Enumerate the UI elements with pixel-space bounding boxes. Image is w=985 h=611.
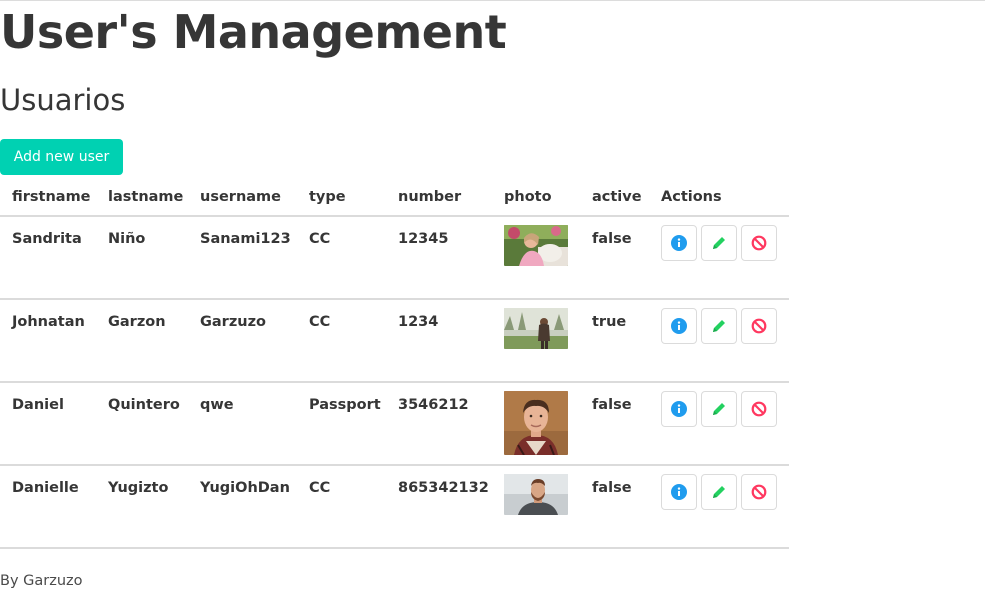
info-button[interactable] <box>661 308 697 344</box>
cell-username: Sanami123 <box>188 216 297 300</box>
info-icon <box>671 484 687 500</box>
page-title: User's Management <box>0 5 507 59</box>
cell-number: 865342132 <box>386 465 492 549</box>
cell-photo <box>492 216 580 300</box>
row-actions <box>661 474 789 510</box>
cell-actions <box>649 299 789 383</box>
pencil-icon <box>713 403 725 415</box>
ban-icon <box>751 484 767 500</box>
section-subtitle: Usuarios <box>0 83 126 117</box>
edit-button[interactable] <box>701 225 737 261</box>
cell-number: 12345 <box>386 216 492 300</box>
cell-firstname: Johnatan <box>0 299 96 383</box>
pencil-icon <box>713 320 725 332</box>
top-border <box>0 0 985 1</box>
users-table: firstname lastname username type number … <box>0 179 789 549</box>
user-photo <box>504 391 568 455</box>
cell-actions <box>649 465 789 549</box>
cell-active: false <box>580 382 649 466</box>
edit-button[interactable] <box>701 474 737 510</box>
info-button[interactable] <box>661 225 697 261</box>
info-icon <box>671 235 687 251</box>
column-header-actions: Actions <box>649 179 789 217</box>
delete-button[interactable] <box>741 225 777 261</box>
column-header-number: number <box>386 179 492 217</box>
cell-lastname: Quintero <box>96 382 188 466</box>
column-header-photo: photo <box>492 179 580 217</box>
footer-credit: By Garzuzo <box>0 573 83 589</box>
column-header-type: type <box>297 179 386 217</box>
edit-button[interactable] <box>701 308 737 344</box>
users-table-container: firstname lastname username type number … <box>0 179 789 549</box>
cell-firstname: Danielle <box>0 465 96 549</box>
column-header-active: active <box>580 179 649 217</box>
table-row: Johnatan Garzon Garzuzo CC 1234 true <box>0 299 789 383</box>
cell-username: qwe <box>188 382 297 466</box>
cell-firstname: Daniel <box>0 382 96 466</box>
info-icon <box>671 318 687 334</box>
cell-actions <box>649 216 789 300</box>
user-photo <box>504 474 568 515</box>
ban-icon <box>751 401 767 417</box>
delete-button[interactable] <box>741 391 777 427</box>
cell-firstname: Sandrita <box>0 216 96 300</box>
cell-photo <box>492 465 580 549</box>
ban-icon <box>751 318 767 334</box>
cell-active: false <box>580 465 649 549</box>
table-row: Danielle Yugizto YugiOhDan CC 865342132 <box>0 465 789 549</box>
cell-number: 1234 <box>386 299 492 383</box>
row-actions <box>661 391 789 427</box>
info-button[interactable] <box>661 391 697 427</box>
cell-type: CC <box>297 299 386 383</box>
edit-button[interactable] <box>701 391 737 427</box>
cell-lastname: Niño <box>96 216 188 300</box>
cell-lastname: Yugizto <box>96 465 188 549</box>
ban-icon <box>751 235 767 251</box>
user-photo <box>504 225 568 266</box>
cell-active: false <box>580 216 649 300</box>
cell-number: 3546212 <box>386 382 492 466</box>
info-icon <box>671 401 687 417</box>
cell-lastname: Garzon <box>96 299 188 383</box>
info-button[interactable] <box>661 474 697 510</box>
column-header-lastname: lastname <box>96 179 188 217</box>
table-row: Sandrita Niño Sanami123 CC 12345 false <box>0 216 789 300</box>
cell-actions <box>649 382 789 466</box>
pencil-icon <box>713 486 725 498</box>
delete-button[interactable] <box>741 474 777 510</box>
cell-username: Garzuzo <box>188 299 297 383</box>
user-photo <box>504 308 568 349</box>
cell-active: true <box>580 299 649 383</box>
row-actions <box>661 308 789 344</box>
cell-username: YugiOhDan <box>188 465 297 549</box>
table-header-row: firstname lastname username type number … <box>0 179 789 217</box>
column-header-firstname: firstname <box>0 179 96 217</box>
add-new-user-button[interactable]: Add new user <box>0 139 123 175</box>
column-header-username: username <box>188 179 297 217</box>
cell-type: CC <box>297 465 386 549</box>
delete-button[interactable] <box>741 308 777 344</box>
cell-type: CC <box>297 216 386 300</box>
row-actions <box>661 225 789 261</box>
pencil-icon <box>713 237 725 249</box>
cell-photo <box>492 299 580 383</box>
cell-photo <box>492 382 580 466</box>
cell-type: Passport <box>297 382 386 466</box>
table-row: Daniel Quintero qwe Passport 3546212 fal… <box>0 382 789 466</box>
